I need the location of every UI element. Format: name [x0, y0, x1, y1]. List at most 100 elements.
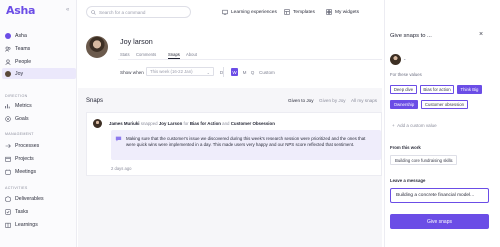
filter-given-to-joy[interactable]: Given to Joy	[288, 98, 314, 103]
filter-given-by-joy[interactable]: Given by Joy	[319, 98, 346, 103]
sidebar-item-label: Meetings	[15, 168, 37, 175]
snap-and: and	[222, 121, 230, 126]
sidebar-item-processes[interactable]: Processes	[2, 140, 76, 151]
chevron-down-icon[interactable]: ⌄	[403, 56, 406, 61]
sidebar-item-label: Metrics	[15, 102, 32, 109]
snap-value-1: Bias for Action	[189, 121, 221, 126]
snaps-heading: Snaps	[86, 98, 104, 104]
work-select[interactable]: Building core fundraising skills ⌄	[390, 155, 457, 165]
period-quarter[interactable]: Q	[249, 68, 256, 76]
sidebar: Asha « Asha Teams People Joy DIRECTION M…	[0, 0, 77, 247]
collapse-sidebar-icon[interactable]: «	[66, 7, 69, 13]
value-chip-ownership[interactable]: Ownership	[390, 100, 418, 109]
search-input[interactable]: Search for a command	[86, 6, 191, 18]
snap-author[interactable]: James Muriuki	[109, 121, 140, 126]
profile-avatar	[86, 36, 108, 58]
sidebar-item-label: Joy	[15, 70, 24, 77]
learning-icon	[222, 9, 228, 15]
app-logo[interactable]: Asha	[6, 4, 35, 17]
sidebar-item-learnings[interactable]: Learnings	[2, 219, 76, 230]
snap-for: for	[183, 121, 189, 126]
link-label: Templates	[293, 9, 315, 15]
link-label: My widgets	[335, 9, 359, 15]
recipient-avatar[interactable]	[390, 54, 401, 65]
tab-divider	[118, 59, 382, 60]
add-custom-value[interactable]: + Add a custom value	[392, 123, 437, 128]
section-direction: DIRECTION	[5, 94, 28, 98]
widgets-icon	[326, 9, 332, 15]
goal-icon	[5, 115, 11, 122]
tab-about[interactable]: About	[186, 52, 197, 57]
period-custom[interactable]: Custom	[259, 70, 275, 75]
sidebar-item-label: Goals	[15, 115, 29, 122]
add-value-label: Add a custom value	[397, 123, 437, 128]
divider	[223, 67, 224, 77]
projects-icon	[5, 156, 11, 162]
meetings-icon	[5, 169, 11, 175]
message-icon	[115, 136, 122, 142]
sidebar-item-label: Learnings	[15, 221, 38, 228]
sidebar-item-label: People	[15, 58, 32, 65]
templates-icon	[284, 9, 290, 15]
snap-card: James Muriuki snapped Joy Larson for Bia…	[86, 112, 382, 176]
tasks-icon	[5, 208, 11, 215]
value-chip-deep-dive[interactable]: Deep dive	[390, 85, 417, 94]
sidebar-item-label: Asha	[15, 32, 27, 39]
process-icon	[5, 143, 11, 149]
sidebar-item-label: Processes	[15, 142, 40, 149]
date-range-select[interactable]: This week (16-22 Jan) ⌄	[146, 67, 214, 76]
chevron-down-icon: ⌄	[449, 157, 453, 163]
message-label: Leave a message	[390, 178, 426, 183]
work-value: Building core fundraising skills	[395, 157, 453, 163]
sidebar-item-deliverables[interactable]: Deliverables	[2, 193, 76, 204]
asha-logo-icon	[5, 32, 11, 39]
show-when-label: Show when	[120, 70, 144, 75]
templates-link[interactable]: Templates	[284, 9, 315, 15]
period-week[interactable]: W	[231, 68, 238, 76]
snap-message-box: Making sure that the customer's issue we…	[111, 130, 381, 160]
avatar	[5, 70, 11, 77]
value-chip-think-big[interactable]: Think Big	[457, 85, 482, 94]
sidebar-item-metrics[interactable]: Metrics	[2, 100, 76, 111]
snap-timestamp: 2 days ago	[111, 166, 132, 171]
sidebar-item-projects[interactable]: Projects	[2, 153, 76, 164]
message-value: Building a concrete financial model...	[396, 193, 475, 198]
sidebar-item-meetings[interactable]: Meetings	[2, 166, 76, 177]
tab-comments[interactable]: Comments	[136, 52, 156, 57]
link-label: Learning experiences	[231, 9, 277, 15]
snap-header: James Muriuki snapped Joy Larson for Bia…	[109, 121, 275, 126]
author-avatar	[93, 119, 102, 128]
sidebar-item-label: Teams	[15, 45, 31, 52]
section-activities: ACTIVITIES	[5, 186, 28, 190]
people-icon	[5, 58, 11, 65]
sidebar-item-tasks[interactable]: Tasks	[2, 206, 76, 217]
sidebar-item-goals[interactable]: Goals	[2, 113, 76, 124]
snap-message: Making sure that the customer's issue we…	[126, 136, 366, 148]
value-chip-bias-for-action[interactable]: Bias for action	[420, 85, 454, 94]
give-snaps-button[interactable]: Give snaps	[390, 214, 489, 229]
panel-title: Give snaps to ...	[390, 33, 432, 39]
period-month[interactable]: M	[241, 68, 248, 76]
sidebar-item-people[interactable]: People	[2, 56, 76, 67]
filter-all-my-snaps[interactable]: All my snaps	[351, 98, 377, 103]
learning-experiences-link[interactable]: Learning experiences	[222, 9, 277, 15]
date-range-value: This week (16-22 Jan)	[150, 69, 193, 74]
profile-name: Joy larson	[120, 37, 153, 46]
sidebar-item-asha[interactable]: Asha	[2, 30, 76, 41]
search-placeholder: Search for a command	[99, 9, 146, 15]
sidebar-item-label: Deliverables	[15, 195, 44, 202]
sidebar-item-label: Tasks	[15, 208, 29, 215]
tab-snaps[interactable]: Snaps	[168, 52, 180, 59]
close-icon[interactable]: ×	[479, 31, 483, 38]
sidebar-item-teams[interactable]: Teams	[2, 43, 76, 54]
tab-stats[interactable]: Stats	[120, 52, 130, 57]
snap-verb: snapped	[140, 121, 158, 126]
value-chip-customer-obsession[interactable]: Customer obsession	[421, 100, 468, 109]
my-widgets-link[interactable]: My widgets	[326, 9, 359, 15]
snap-target[interactable]: Joy Larson	[159, 121, 182, 126]
chart-icon	[5, 103, 11, 109]
work-label: From this work	[390, 145, 421, 150]
sidebar-item-joy[interactable]: Joy	[2, 68, 76, 79]
message-input[interactable]: Building a concrete financial model...	[390, 188, 489, 203]
section-management: MANAGEMENT	[5, 132, 34, 136]
